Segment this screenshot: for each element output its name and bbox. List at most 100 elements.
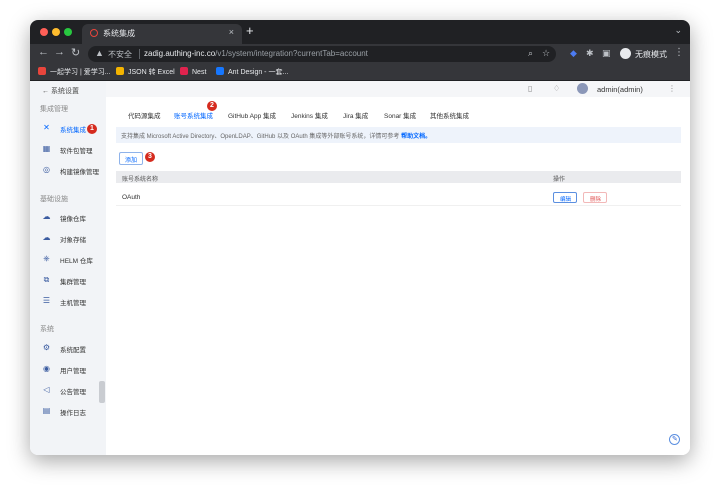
sidebar-item-build-image[interactable]: ◎ 构建镜像管理 (30, 162, 106, 180)
tab-jira[interactable]: Jira 集成 (343, 110, 368, 120)
new-tab-button[interactable]: + (246, 23, 254, 38)
extension-icon[interactable]: ◆ (570, 48, 577, 59)
announcement-icon: ◁ (43, 385, 50, 394)
close-window-button[interactable] (40, 28, 48, 36)
tab-search-chevron-icon[interactable]: ⌄ (674, 25, 682, 36)
bookmark-item[interactable]: Nest (180, 67, 206, 76)
user-icon: ◉ (43, 364, 50, 373)
bookmark-star-icon[interactable]: ☆ (542, 48, 550, 59)
sidebar-item-operation-log[interactable]: ▤ 操作日志 (30, 403, 106, 421)
annotation-badge-2: 2 (207, 101, 217, 111)
puzzle-extensions-icon[interactable]: ✱ (586, 48, 594, 59)
bookmark-favicon-icon (216, 67, 224, 75)
cloud-storage-icon: ☁ (42, 233, 51, 242)
back-arrow-icon[interactable]: ← (38, 46, 49, 58)
table-header: 账号系统名称 操作 (116, 171, 681, 183)
tab-code-source[interactable]: 代码源集成 (128, 110, 161, 120)
annotation-badge-3: 3 (145, 152, 155, 162)
table-row: OAuth 编辑 删除 (116, 189, 681, 206)
back-arrow-icon: ← (42, 88, 51, 95)
bookmark-label: Nest (192, 69, 207, 76)
app-viewport: ← 系统设置 集成管理 ✕ 系统集成 1 ▦ 软件包管理 ◎ 构建镜像管理 基础… (30, 81, 690, 455)
bookmark-favicon-icon (180, 67, 188, 75)
bookmark-label: JSON 转 Excel (128, 69, 175, 76)
sidebar-group-title: 系统 (40, 326, 54, 333)
column-header-name: 账号系统名称 (122, 177, 159, 183)
docs-icon[interactable]: ▯ (528, 84, 532, 93)
help-doc-link[interactable]: 帮助文档。 (401, 134, 431, 140)
notice-body: 支持集成 Microsoft Active Directory、OpenLDAP… (121, 134, 400, 140)
back-label: 系统设置 (50, 88, 79, 95)
sidebar-item-system-integration[interactable]: ✕ 系统集成 1 (30, 120, 106, 138)
browser-toolbar: ← → ↻ ▲ 不安全 zadig.authing-inc.co/v1/syst… (30, 44, 690, 64)
column-header-actions: 操作 (553, 177, 566, 183)
app-header: ▯ ♢ admin(admin) ⋮ (106, 81, 690, 97)
back-to-settings-link[interactable]: ← 系统设置 (42, 86, 79, 96)
tab-favicon-icon (90, 29, 98, 37)
tab-sonar[interactable]: Sonar 集成 (384, 110, 416, 120)
help-float-button[interactable]: ✎ (669, 434, 680, 445)
sidebar-item-label: 用户管理 (60, 368, 86, 375)
tab-account-system[interactable]: 账号系统集成 (174, 110, 213, 120)
sidebar-item-cluster[interactable]: ⧉ 集群管理 (30, 272, 106, 290)
sidebar-item-label: 主机管理 (60, 300, 86, 307)
tab-close-icon[interactable]: × (229, 27, 234, 37)
minimize-window-button[interactable] (52, 28, 60, 36)
notice-text: 支持集成 Microsoft Active Directory、OpenLDAP… (121, 131, 431, 140)
sidebar-item-label: 集群管理 (60, 279, 86, 286)
sidebar-item-package-management[interactable]: ▦ 软件包管理 (30, 141, 106, 159)
bookmark-favicon-icon (38, 67, 46, 75)
incognito-profile[interactable]: 无痕模式 (620, 47, 682, 61)
reload-icon[interactable]: ↻ (71, 46, 80, 59)
bookmarks-bar: 一起学习 | 爱学习... JSON 转 Excel Nest Ant Desi… (30, 64, 690, 81)
incognito-label: 无痕模式 (635, 50, 667, 59)
insecure-label[interactable]: 不安全 (108, 49, 132, 60)
registry-icon: ☁ (42, 212, 51, 221)
warning-triangle-icon[interactable]: ▲ (95, 48, 104, 58)
annotation-badge-1: 1 (87, 124, 97, 134)
forward-arrow-icon[interactable]: → (54, 46, 65, 58)
system-config-icon: ⚙ (42, 343, 51, 352)
add-button-label: 添加 (125, 158, 138, 164)
bookmark-item[interactable]: JSON 转 Excel (116, 67, 175, 77)
edit-button[interactable]: 编辑 (553, 192, 577, 203)
more-vertical-icon[interactable]: ⋮ (668, 84, 676, 93)
address-bar[interactable]: ▲ 不安全 zadig.authing-inc.co/v1/system/int… (88, 46, 556, 62)
sidebar-item-object-storage[interactable]: ☁ 对象存储 (30, 230, 106, 248)
user-menu[interactable]: admin(admin) ⋮ (577, 83, 687, 97)
bookmark-item[interactable]: Ant Design - 一套... (216, 67, 288, 77)
user-name: admin(admin) (597, 85, 643, 94)
browser-menu-icon[interactable]: ⋮ (674, 47, 684, 58)
sidebar-item-helm[interactable]: ⎈ HELM 仓库 (30, 251, 106, 269)
tab-github-app[interactable]: GitHub App 集成 (228, 110, 276, 120)
url-text[interactable]: zadig.authing-inc.co/v1/system/integrati… (144, 49, 368, 58)
delete-button-label: 删除 (590, 197, 602, 203)
sidebar-item-label: 公告管理 (60, 389, 86, 396)
sidebar-item-system-config[interactable]: ⚙ 系统配置 (30, 340, 106, 358)
helm-icon: ⎈ (43, 254, 50, 263)
maximize-window-button[interactable] (64, 28, 72, 36)
sidebar-item-user-management[interactable]: ◉ 用户管理 (30, 361, 106, 379)
tab-other-systems[interactable]: 其他系统集成 (430, 110, 469, 120)
bookmark-item[interactable]: 一起学习 | 爱学习... (38, 67, 111, 77)
browser-window: 系统集成 × + ⌄ ← → ↻ ▲ 不安全 zadig.authing-inc… (30, 20, 690, 455)
sidebar: ← 系统设置 集成管理 ✕ 系统集成 1 ▦ 软件包管理 ◎ 构建镜像管理 基础… (30, 81, 106, 455)
sidebar-item-label: 系统配置 (60, 347, 86, 354)
sidebar-item-registry[interactable]: ☁ 镜像仓库 (30, 209, 106, 227)
incognito-icon (620, 48, 631, 59)
sidebar-collapse-handle[interactable] (99, 381, 105, 403)
info-notice: 支持集成 Microsoft Active Directory、OpenLDAP… (116, 127, 681, 143)
sidebar-item-host[interactable]: ☰ 主机管理 (30, 293, 106, 311)
sidebar-item-label: 操作日志 (60, 410, 86, 417)
log-icon: ▤ (42, 406, 51, 415)
add-button[interactable]: 添加 (119, 152, 143, 165)
side-panel-icon[interactable]: ▣ (602, 48, 611, 59)
bookmark-label: Ant Design - 一套... (228, 69, 289, 76)
sidebar-item-announcement[interactable]: ◁ 公告管理 (30, 382, 106, 400)
delete-button[interactable]: 删除 (583, 192, 607, 203)
cluster-icon: ⧉ (43, 275, 50, 284)
bell-icon[interactable]: ♢ (553, 84, 560, 93)
browser-tab[interactable]: 系统集成 × (82, 24, 242, 44)
tab-jenkins[interactable]: Jenkins 集成 (291, 110, 328, 120)
zoom-search-icon[interactable]: ⌕ (528, 48, 533, 59)
